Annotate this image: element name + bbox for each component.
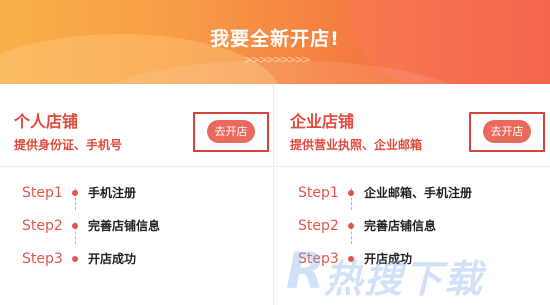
enterprise-shop-title: 企业店铺 [290, 112, 355, 131]
chevron-arrows-icon: >>>>>>>>> [244, 53, 311, 66]
step-dot-icon [72, 223, 78, 229]
step-text: 完善店铺信息 [364, 219, 437, 233]
step-text: 完善店铺信息 [88, 219, 161, 233]
personal-steps: Step1 手机注册 Step2 完善店铺信息 Step3 开店成功 [0, 168, 273, 305]
page-title: 我要全新开店! [210, 28, 340, 50]
step-label: Step1 [298, 185, 339, 201]
enterprise-shop-requirements: 提供营业执照、企业邮箱 [290, 138, 423, 152]
personal-shop-title: 个人店铺 [14, 112, 79, 131]
step-label: Step3 [298, 251, 339, 267]
open-shop-button-highlight: 去开店 [469, 112, 545, 152]
enterprise-steps: Step1 企业邮箱、手机注册 Step2 完善店铺信息 Step3 开店成功 [276, 168, 550, 305]
step-dot-icon [72, 256, 78, 262]
step-text: 手机注册 [88, 186, 137, 200]
step-text: 企业邮箱、手机注册 [364, 186, 473, 200]
step-label: Step3 [22, 251, 63, 267]
step-dot-icon [348, 256, 354, 262]
header-banner: 我要全新开店! >>>>>>>>> [0, 0, 550, 84]
card-header: 个人店铺 提供身份证、手机号 去开店 [0, 84, 273, 167]
step-item: Step3 开店成功 [22, 249, 262, 269]
step-text: 开店成功 [88, 252, 137, 266]
step-item: Step2 完善店铺信息 [298, 216, 538, 236]
step-label: Step1 [22, 185, 63, 201]
personal-shop-card: 个人店铺 提供身份证、手机号 去开店 Step1 手机注册 Step2 完善店铺… [0, 84, 274, 305]
personal-shop-requirements: 提供身份证、手机号 [14, 138, 123, 152]
step-dot-icon [72, 190, 78, 196]
enterprise-shop-card: 企业店铺 提供营业执照、企业邮箱 去开店 Step1 企业邮箱、手机注册 Ste… [276, 84, 550, 305]
open-shop-button-highlight: 去开店 [193, 112, 269, 152]
step-item: Step3 开店成功 [298, 249, 538, 269]
step-item: Step1 企业邮箱、手机注册 [298, 183, 538, 203]
step-label: Step2 [22, 218, 63, 234]
step-dot-icon [348, 223, 354, 229]
step-label: Step2 [298, 218, 339, 234]
step-item: Step1 手机注册 [22, 183, 262, 203]
card-header: 企业店铺 提供营业执照、企业邮箱 去开店 [276, 84, 550, 167]
step-dot-icon [348, 190, 354, 196]
enterprise-open-shop-button[interactable]: 去开店 [483, 120, 531, 143]
step-item: Step2 完善店铺信息 [22, 216, 262, 236]
personal-open-shop-button[interactable]: 去开店 [207, 120, 255, 143]
step-text: 开店成功 [364, 252, 413, 266]
